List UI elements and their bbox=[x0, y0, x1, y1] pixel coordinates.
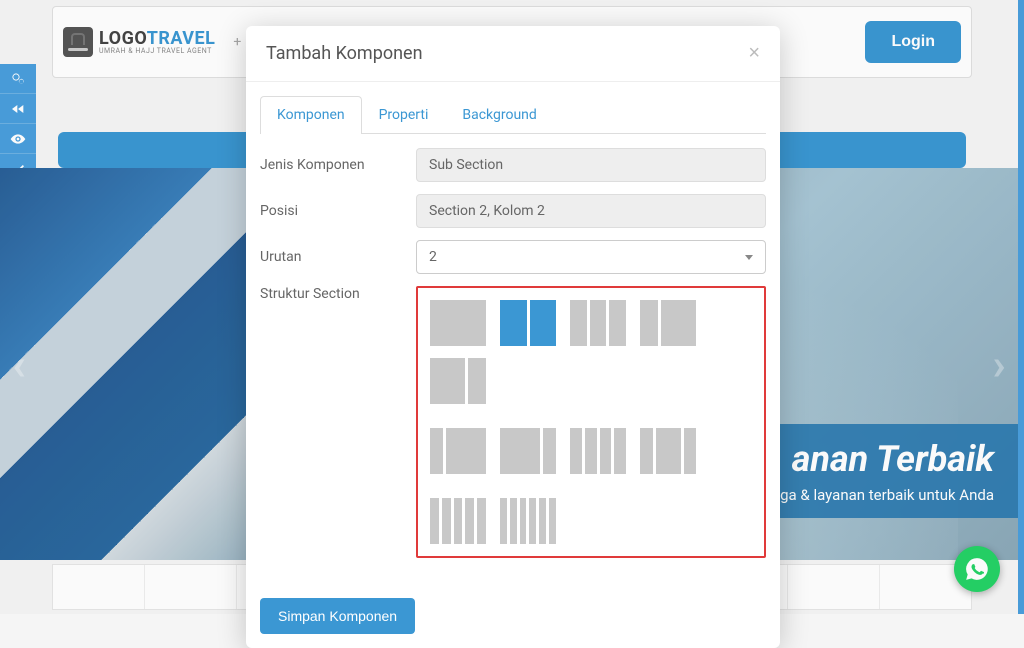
layout-col bbox=[446, 428, 486, 474]
layout-option-2-1[interactable] bbox=[430, 358, 486, 404]
layout-col bbox=[530, 300, 557, 346]
chevron-down-icon bbox=[745, 255, 753, 260]
layout-option-1-1-1-1[interactable] bbox=[570, 428, 626, 474]
layout-col bbox=[468, 358, 486, 404]
layout-option-1-1-1-1-1-1[interactable] bbox=[500, 498, 556, 544]
row-struktur: Struktur Section bbox=[260, 286, 766, 558]
layout-option-1-1-1-1-1[interactable] bbox=[430, 498, 486, 544]
layout-col bbox=[510, 498, 517, 544]
modal-body: Komponen Properti Background Jenis Kompo… bbox=[246, 82, 780, 584]
layout-col bbox=[614, 428, 626, 474]
layout-col bbox=[640, 300, 658, 346]
layout-col bbox=[590, 300, 607, 346]
label-posisi: Posisi bbox=[260, 203, 416, 219]
layout-option-3-1[interactable] bbox=[500, 428, 556, 474]
layout-option-1-1[interactable] bbox=[500, 300, 556, 346]
layout-option-1-3[interactable] bbox=[430, 428, 486, 474]
layout-col bbox=[477, 498, 486, 544]
label-struktur: Struktur Section bbox=[260, 286, 416, 302]
select-urutan[interactable]: 2 bbox=[416, 240, 766, 274]
layout-col bbox=[500, 498, 507, 544]
modal-footer: Simpan Komponen bbox=[246, 584, 780, 648]
value-posisi: Section 2, Kolom 2 bbox=[416, 194, 766, 228]
layout-col bbox=[549, 498, 556, 544]
row-posisi: Posisi Section 2, Kolom 2 bbox=[260, 194, 766, 228]
layout-col bbox=[640, 428, 653, 474]
layout-col bbox=[570, 300, 587, 346]
layout-col bbox=[430, 300, 486, 346]
layout-col bbox=[529, 498, 536, 544]
layout-col bbox=[585, 428, 597, 474]
modal-title: Tambah Komponen bbox=[266, 43, 423, 64]
row-jenis: Jenis Komponen Sub Section bbox=[260, 148, 766, 182]
layout-col bbox=[543, 428, 556, 474]
layout-col bbox=[600, 428, 612, 474]
layout-option-1-1-1[interactable] bbox=[570, 300, 626, 346]
layout-col bbox=[520, 498, 527, 544]
layout-col bbox=[570, 428, 582, 474]
select-urutan-value: 2 bbox=[429, 249, 437, 265]
layout-col bbox=[684, 428, 697, 474]
layout-col bbox=[465, 498, 474, 544]
layout-col bbox=[656, 428, 681, 474]
page-root: LOGOTRAVEL UMRAH & HAJJ TRAVEL AGENT + L… bbox=[0, 0, 1024, 614]
struktur-highlight-box bbox=[416, 286, 766, 558]
tab-background[interactable]: Background bbox=[445, 96, 553, 133]
layout-col bbox=[661, 300, 696, 346]
layout-col bbox=[442, 498, 451, 544]
layout-col bbox=[430, 498, 439, 544]
label-jenis: Jenis Komponen bbox=[260, 157, 416, 173]
layout-option-1-2[interactable] bbox=[640, 300, 696, 346]
value-jenis: Sub Section bbox=[416, 148, 766, 182]
save-component-button[interactable]: Simpan Komponen bbox=[260, 598, 415, 634]
layout-col bbox=[539, 498, 546, 544]
layout-col bbox=[609, 300, 626, 346]
layout-grid bbox=[430, 300, 752, 544]
row-urutan: Urutan 2 bbox=[260, 240, 766, 274]
layout-col bbox=[500, 428, 540, 474]
label-urutan: Urutan bbox=[260, 249, 416, 265]
modal-tabs: Komponen Properti Background bbox=[260, 96, 766, 134]
layout-col bbox=[430, 358, 465, 404]
layout-option-1-2-1[interactable] bbox=[640, 428, 696, 474]
tab-komponen[interactable]: Komponen bbox=[260, 96, 362, 134]
add-component-modal: Tambah Komponen × Komponen Properti Back… bbox=[246, 26, 780, 648]
tab-properti[interactable]: Properti bbox=[362, 96, 446, 133]
layout-col bbox=[454, 498, 463, 544]
layout-option-1[interactable] bbox=[430, 300, 486, 346]
modal-header: Tambah Komponen × bbox=[246, 26, 780, 82]
layout-col bbox=[430, 428, 443, 474]
modal-close-button[interactable]: × bbox=[748, 42, 760, 65]
layout-col bbox=[500, 300, 527, 346]
